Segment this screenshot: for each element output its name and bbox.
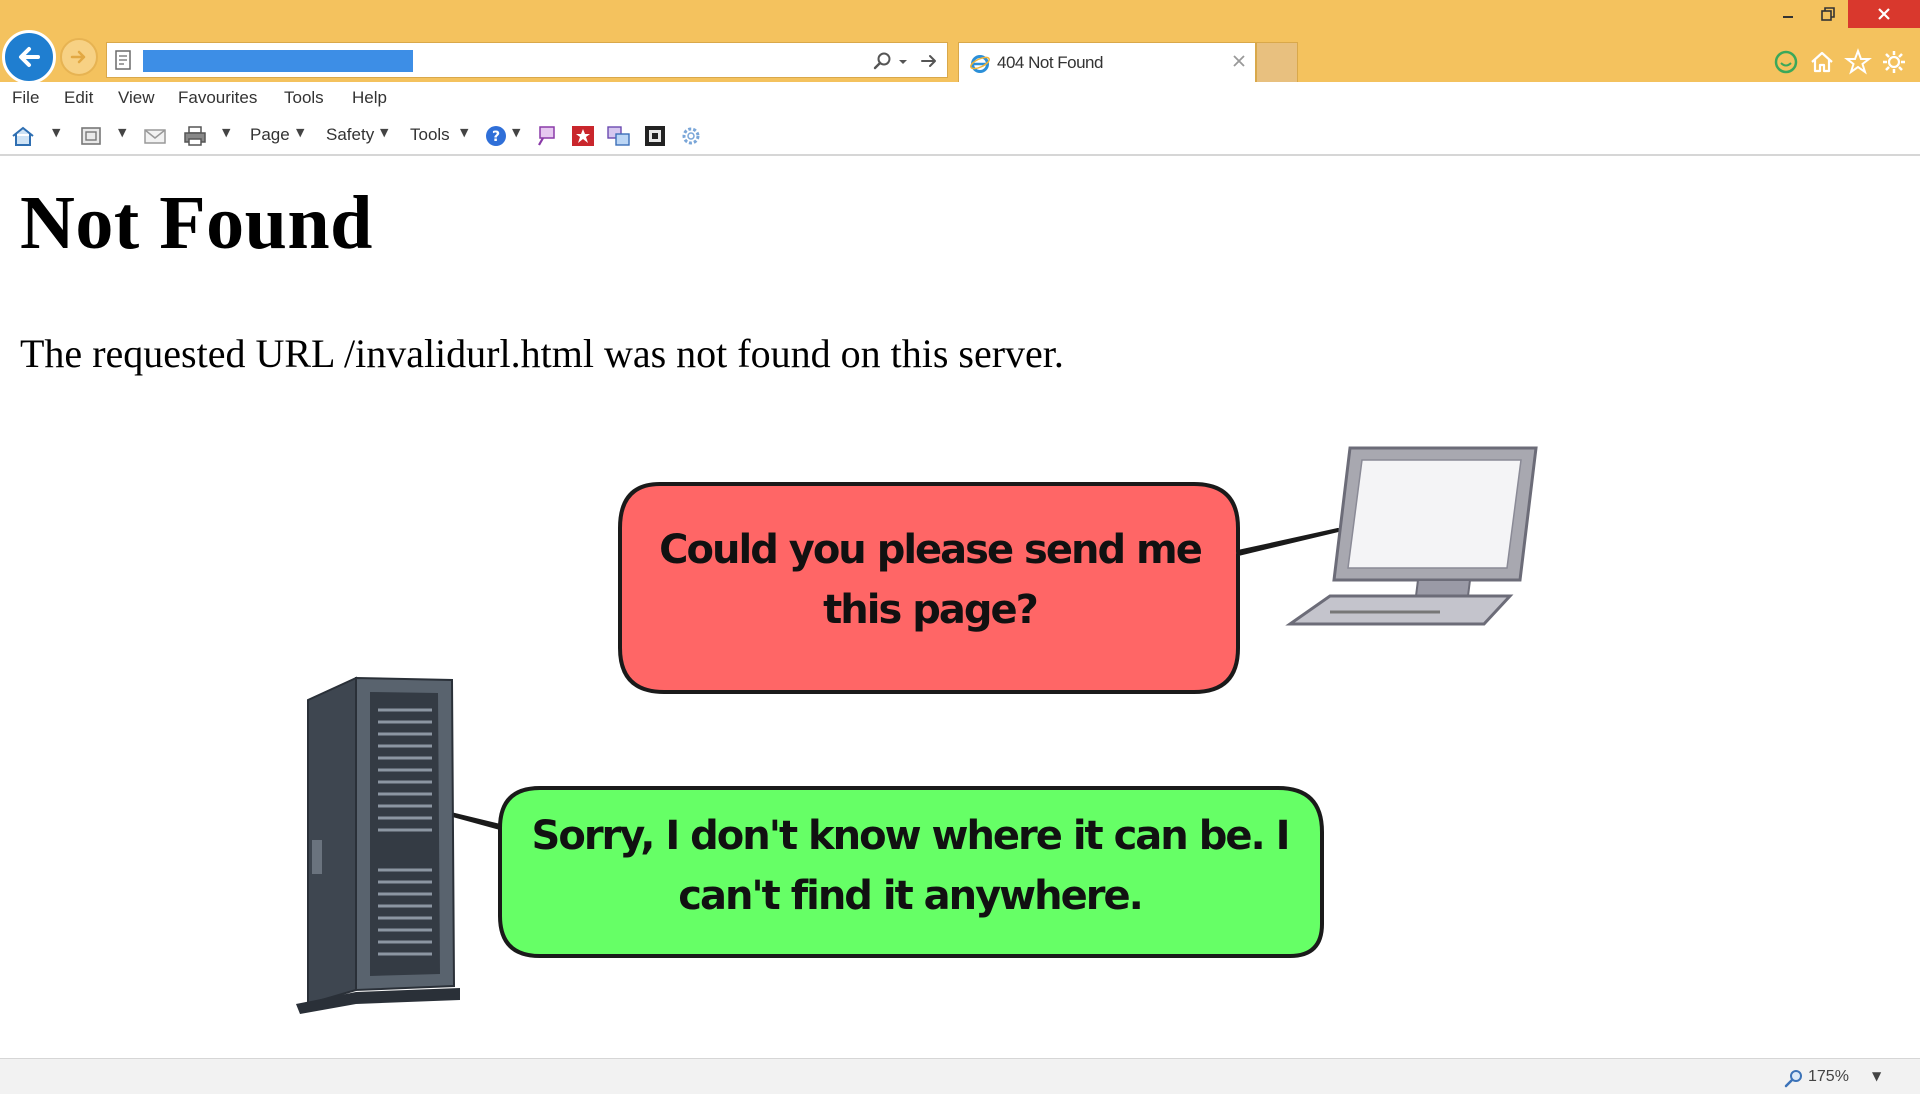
menu-edit[interactable]: Edit — [64, 88, 93, 108]
star-icon[interactable] — [1844, 48, 1872, 76]
menu-favourites[interactable]: Favourites — [178, 88, 257, 108]
forward-arrow-icon — [70, 50, 86, 64]
menu-help[interactable]: Help — [352, 88, 387, 108]
gear-icon[interactable] — [1880, 48, 1908, 76]
zoom-level[interactable]: 175% — [1808, 1068, 1849, 1086]
restore-button[interactable] — [1810, 0, 1846, 28]
page-icon — [115, 50, 131, 70]
page-menu-button[interactable]: Page — [250, 125, 290, 145]
minimize-button[interactable] — [1770, 0, 1806, 28]
server-bubble-text: Sorry, I don't know where it can be. I c… — [531, 813, 1291, 919]
page-title: Not Found — [20, 181, 373, 265]
command-bar: ▼ ▼ ▼ Page ▼ Safety ▼ Tools ▼ ? ▼ — [0, 116, 1920, 156]
server-tower-icon — [296, 676, 460, 1014]
help-icon[interactable]: ? — [484, 124, 510, 148]
translate-icon[interactable] — [606, 124, 632, 148]
monitor-icon — [1285, 446, 1538, 626]
tools-dropdown-icon[interactable]: ▼ — [460, 126, 468, 139]
forward-button[interactable] — [60, 38, 98, 76]
home-page-icon[interactable] — [10, 124, 36, 148]
print-icon[interactable] — [182, 124, 208, 148]
minimize-icon — [1783, 16, 1793, 18]
safety-menu-button[interactable]: Safety — [326, 125, 374, 145]
print-dropdown-icon[interactable]: ▼ — [222, 126, 230, 139]
window-close-icon — [1878, 8, 1890, 20]
restore-icon — [1821, 7, 1835, 21]
back-arrow-icon — [19, 47, 40, 67]
page-dropdown-icon[interactable]: ▼ — [296, 126, 304, 139]
go-arrow-icon[interactable] — [919, 51, 939, 71]
research-icon[interactable] — [534, 124, 560, 148]
tab-title: 404 Not Found — [997, 53, 1103, 72]
menu-view[interactable]: View — [118, 88, 155, 108]
feeds-dropdown-icon[interactable]: ▼ — [118, 126, 126, 139]
tab-404-not-found[interactable]: 404 Not Found — [958, 42, 1256, 82]
safety-dropdown-icon[interactable]: ▼ — [380, 126, 388, 139]
addon-red-icon[interactable] — [570, 124, 596, 148]
menu-file[interactable]: File — [12, 88, 39, 108]
new-tab-button[interactable] — [1256, 42, 1298, 82]
onenote-icon[interactable] — [642, 124, 668, 148]
zoom-icon[interactable] — [1784, 1068, 1804, 1088]
home-dropdown-icon[interactable]: ▼ — [52, 126, 60, 139]
menu-tools[interactable]: Tools — [284, 88, 324, 108]
tools-menu-button[interactable]: Tools — [410, 125, 450, 145]
back-button[interactable] — [2, 30, 56, 84]
url-text[interactable] — [143, 50, 413, 72]
browser-titlebar: 404 Not Found — [0, 0, 1920, 84]
help-dropdown-icon[interactable]: ▼ — [512, 126, 520, 139]
smiley-icon[interactable] — [1772, 48, 1800, 76]
home-icon[interactable] — [1808, 48, 1836, 76]
close-icon[interactable] — [1229, 51, 1249, 71]
status-bar: 175% ▼ — [0, 1058, 1920, 1094]
window-close-button[interactable] — [1848, 0, 1920, 28]
client-bubble-text: Could you please send me this page? — [659, 527, 1203, 633]
search-dropdown-icon[interactable] — [897, 51, 909, 71]
ie-favicon-icon — [970, 55, 990, 73]
feeds-icon[interactable] — [78, 124, 104, 148]
address-bar[interactable] — [106, 42, 948, 78]
error-message: The requested URL /invalidurl.html was n… — [20, 331, 1064, 376]
zoom-dropdown-icon[interactable]: ▼ — [1872, 1069, 1881, 1083]
settings-gear-small-icon[interactable] — [678, 124, 704, 148]
menu-bar: File Edit View Favourites Tools Help — [0, 82, 1920, 116]
mail-icon[interactable] — [142, 124, 168, 148]
search-icon[interactable] — [873, 51, 893, 71]
svg-text:?: ? — [492, 129, 500, 145]
